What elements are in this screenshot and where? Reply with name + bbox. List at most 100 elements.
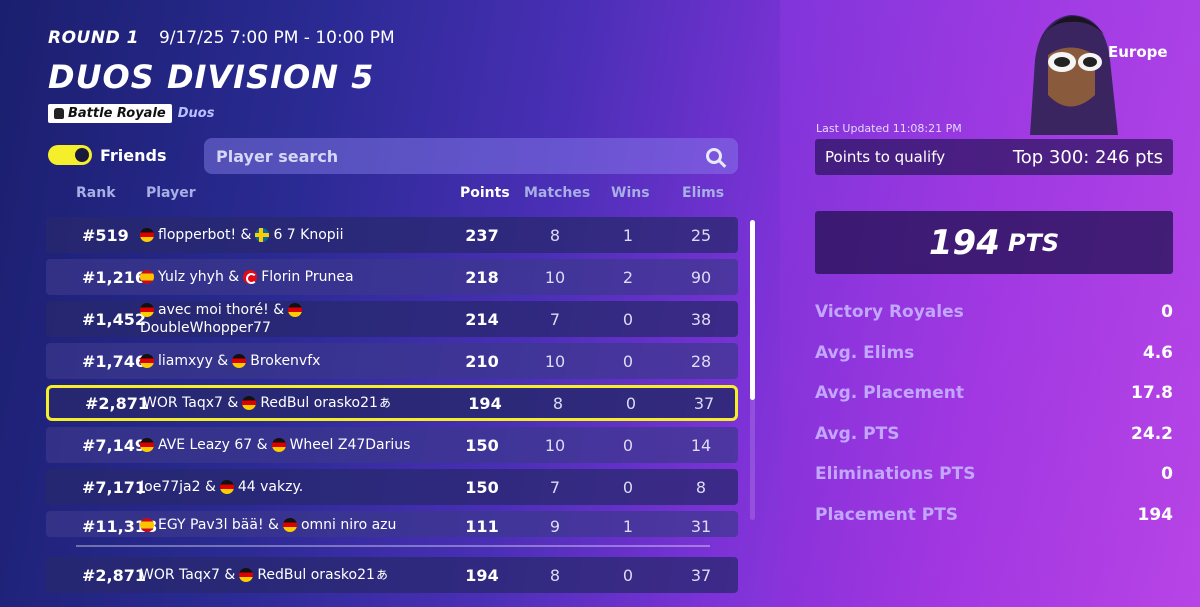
stat-value: 4.6 xyxy=(1142,342,1173,363)
col-elims[interactable]: Elims xyxy=(682,185,724,201)
player-one: Yulz yhyh & xyxy=(158,269,240,285)
stat-value: 0 xyxy=(1161,464,1173,484)
stat-value: 0 xyxy=(1161,302,1173,322)
round-label: ROUND 1 xyxy=(48,28,139,48)
player-two: Brokenvfx xyxy=(250,353,321,369)
points-unit: PTS xyxy=(1007,228,1060,257)
player-two: Florin Prunea xyxy=(261,269,354,285)
points-cell: 210 xyxy=(465,351,499,371)
flag-icon xyxy=(282,518,297,532)
matches-cell: 10 xyxy=(544,351,566,371)
table-row[interactable]: #11,318 EGY Pav3l bää! & omni niro azu 111 9… xyxy=(46,511,738,537)
points-value: 194 xyxy=(928,222,1000,263)
points-cell: 218 xyxy=(465,267,499,287)
flag-icon xyxy=(288,303,303,317)
elims-cell: 90 xyxy=(690,267,712,287)
flag-icon xyxy=(140,518,154,532)
wins-cell: 0 xyxy=(622,477,634,497)
rank-cell: #1,216 xyxy=(82,267,147,287)
player-two: omni niro azu xyxy=(300,517,397,533)
matches-cell: 8 xyxy=(549,565,561,585)
points-cell: 214 xyxy=(465,309,499,329)
submode-label: Duos xyxy=(177,106,215,121)
stat-row: Avg. Elims 4.6 xyxy=(815,343,1173,363)
elims-cell: 14 xyxy=(690,435,712,455)
matches-cell: 8 xyxy=(552,393,564,413)
my-team-row[interactable]: #2,871 WOR Taqx7 & RedBul orasko21ぁ 194 … xyxy=(46,557,738,593)
flag-icon xyxy=(219,480,234,494)
player-one: flopperbot! & xyxy=(158,227,252,243)
money-bag-icon xyxy=(54,108,64,119)
search-icon[interactable] xyxy=(706,148,722,164)
player-cell: Joe77ja2 & 44 vakzy. xyxy=(140,479,430,495)
points-cell: 150 xyxy=(465,477,499,497)
points-cell: 237 xyxy=(465,225,499,245)
qualify-value: Top 300: 246 pts xyxy=(1012,146,1163,168)
table-row[interactable]: #1,746 liamxyy & Brokenvfx 210 10 0 28 xyxy=(46,343,738,379)
rank-cell: #2,871 xyxy=(82,565,147,585)
elims-cell: 31 xyxy=(690,517,712,536)
player-one: avec moi thoré! & xyxy=(158,302,285,318)
table-row[interactable]: #1,216 Yulz yhyh & Florin Prunea 218 10 2 90 xyxy=(46,259,738,295)
stat-value: 194 xyxy=(1137,504,1174,525)
col-player: Player xyxy=(146,185,196,201)
search-input[interactable] xyxy=(216,146,656,166)
table-row[interactable]: #519 flopperbot! & 6 7 Knopii 237 8 1 25 xyxy=(46,217,738,253)
points-cell: 194 xyxy=(468,393,502,413)
round-time: 9/17/25 7:00 PM - 10:00 PM xyxy=(158,28,395,48)
scrollbar[interactable] xyxy=(750,220,755,520)
elims-cell: 28 xyxy=(690,351,712,371)
matches-cell: 7 xyxy=(549,477,561,497)
rank-cell: #7,149 xyxy=(82,435,147,455)
last-updated: Last Updated 11:08:21 PM xyxy=(816,122,962,135)
friends-toggle[interactable]: Friends xyxy=(48,145,167,165)
flag-icon xyxy=(140,354,154,368)
stat-row: Avg. Placement 17.8 xyxy=(815,383,1173,403)
wins-cell: 0 xyxy=(622,565,634,585)
elims-cell: 38 xyxy=(690,309,712,329)
flag-icon xyxy=(239,568,254,582)
scrollbar-thumb[interactable] xyxy=(750,220,755,400)
matches-cell: 10 xyxy=(544,267,566,287)
player-cell: avec moi thoré! & DoubleWhopper77 xyxy=(140,302,340,336)
page-title: DUOS DIVISION 5 xyxy=(48,58,375,96)
table-row[interactable]: #7,149 AVE Leazy 67 & Wheel Z47Darius 150 10… xyxy=(46,427,738,463)
points-cell: 150 xyxy=(465,435,499,455)
player-search[interactable] xyxy=(204,138,738,174)
friends-label: Friends xyxy=(100,145,167,165)
player-cell: WOR Taqx7 & RedBul orasko21ぁ xyxy=(143,395,433,411)
stat-label: Avg. Elims xyxy=(815,342,915,363)
wins-cell: 1 xyxy=(622,225,634,245)
flag-icon xyxy=(242,396,257,410)
stat-label: Eliminations PTS xyxy=(815,464,976,484)
qualify-box: Points to qualify Top 300: 246 pts xyxy=(815,139,1173,175)
table-row[interactable]: #7,171 Joe77ja2 & 44 vakzy. 150 7 0 8 xyxy=(46,469,738,505)
player-cell: liamxyy & Brokenvfx xyxy=(140,353,430,369)
col-wins[interactable]: Wins xyxy=(611,185,650,201)
flag-icon xyxy=(243,270,258,284)
stat-row: Eliminations PTS 0 xyxy=(815,464,1173,484)
matches-cell: 10 xyxy=(544,435,566,455)
rank-cell: #519 xyxy=(82,225,129,245)
total-points: 194 PTS xyxy=(815,211,1173,274)
rank-cell: #7,171 xyxy=(82,477,147,497)
player-two: 6 7 Knopii xyxy=(273,227,344,243)
wins-cell: 0 xyxy=(622,351,634,371)
matches-cell: 9 xyxy=(549,517,561,536)
player-one: WOR Taqx7 & xyxy=(140,567,236,583)
player-one: AVE Leazy 67 & xyxy=(158,437,268,453)
wins-cell: 2 xyxy=(622,267,634,287)
col-points[interactable]: Points xyxy=(460,185,510,201)
col-matches[interactable]: Matches xyxy=(524,185,590,201)
divider xyxy=(76,545,710,547)
my-team-row-highlighted[interactable]: #2,871 WOR Taqx7 & RedBul orasko21ぁ 194 8 0 37 xyxy=(46,385,738,421)
stat-label: Avg. PTS xyxy=(815,423,900,444)
header: ROUND 1 9/17/25 7:00 PM - 10:00 PM DUOS … xyxy=(48,28,395,123)
stat-value: 17.8 xyxy=(1131,383,1173,403)
toggle-switch[interactable] xyxy=(48,145,92,165)
stat-row: Placement PTS 194 xyxy=(815,505,1173,525)
table-row[interactable]: #1,452 avec moi thoré! & DoubleWhopper77 21… xyxy=(46,301,738,337)
matches-cell: 7 xyxy=(549,309,561,329)
wins-cell: 1 xyxy=(622,517,634,536)
col-rank: Rank xyxy=(76,185,116,201)
